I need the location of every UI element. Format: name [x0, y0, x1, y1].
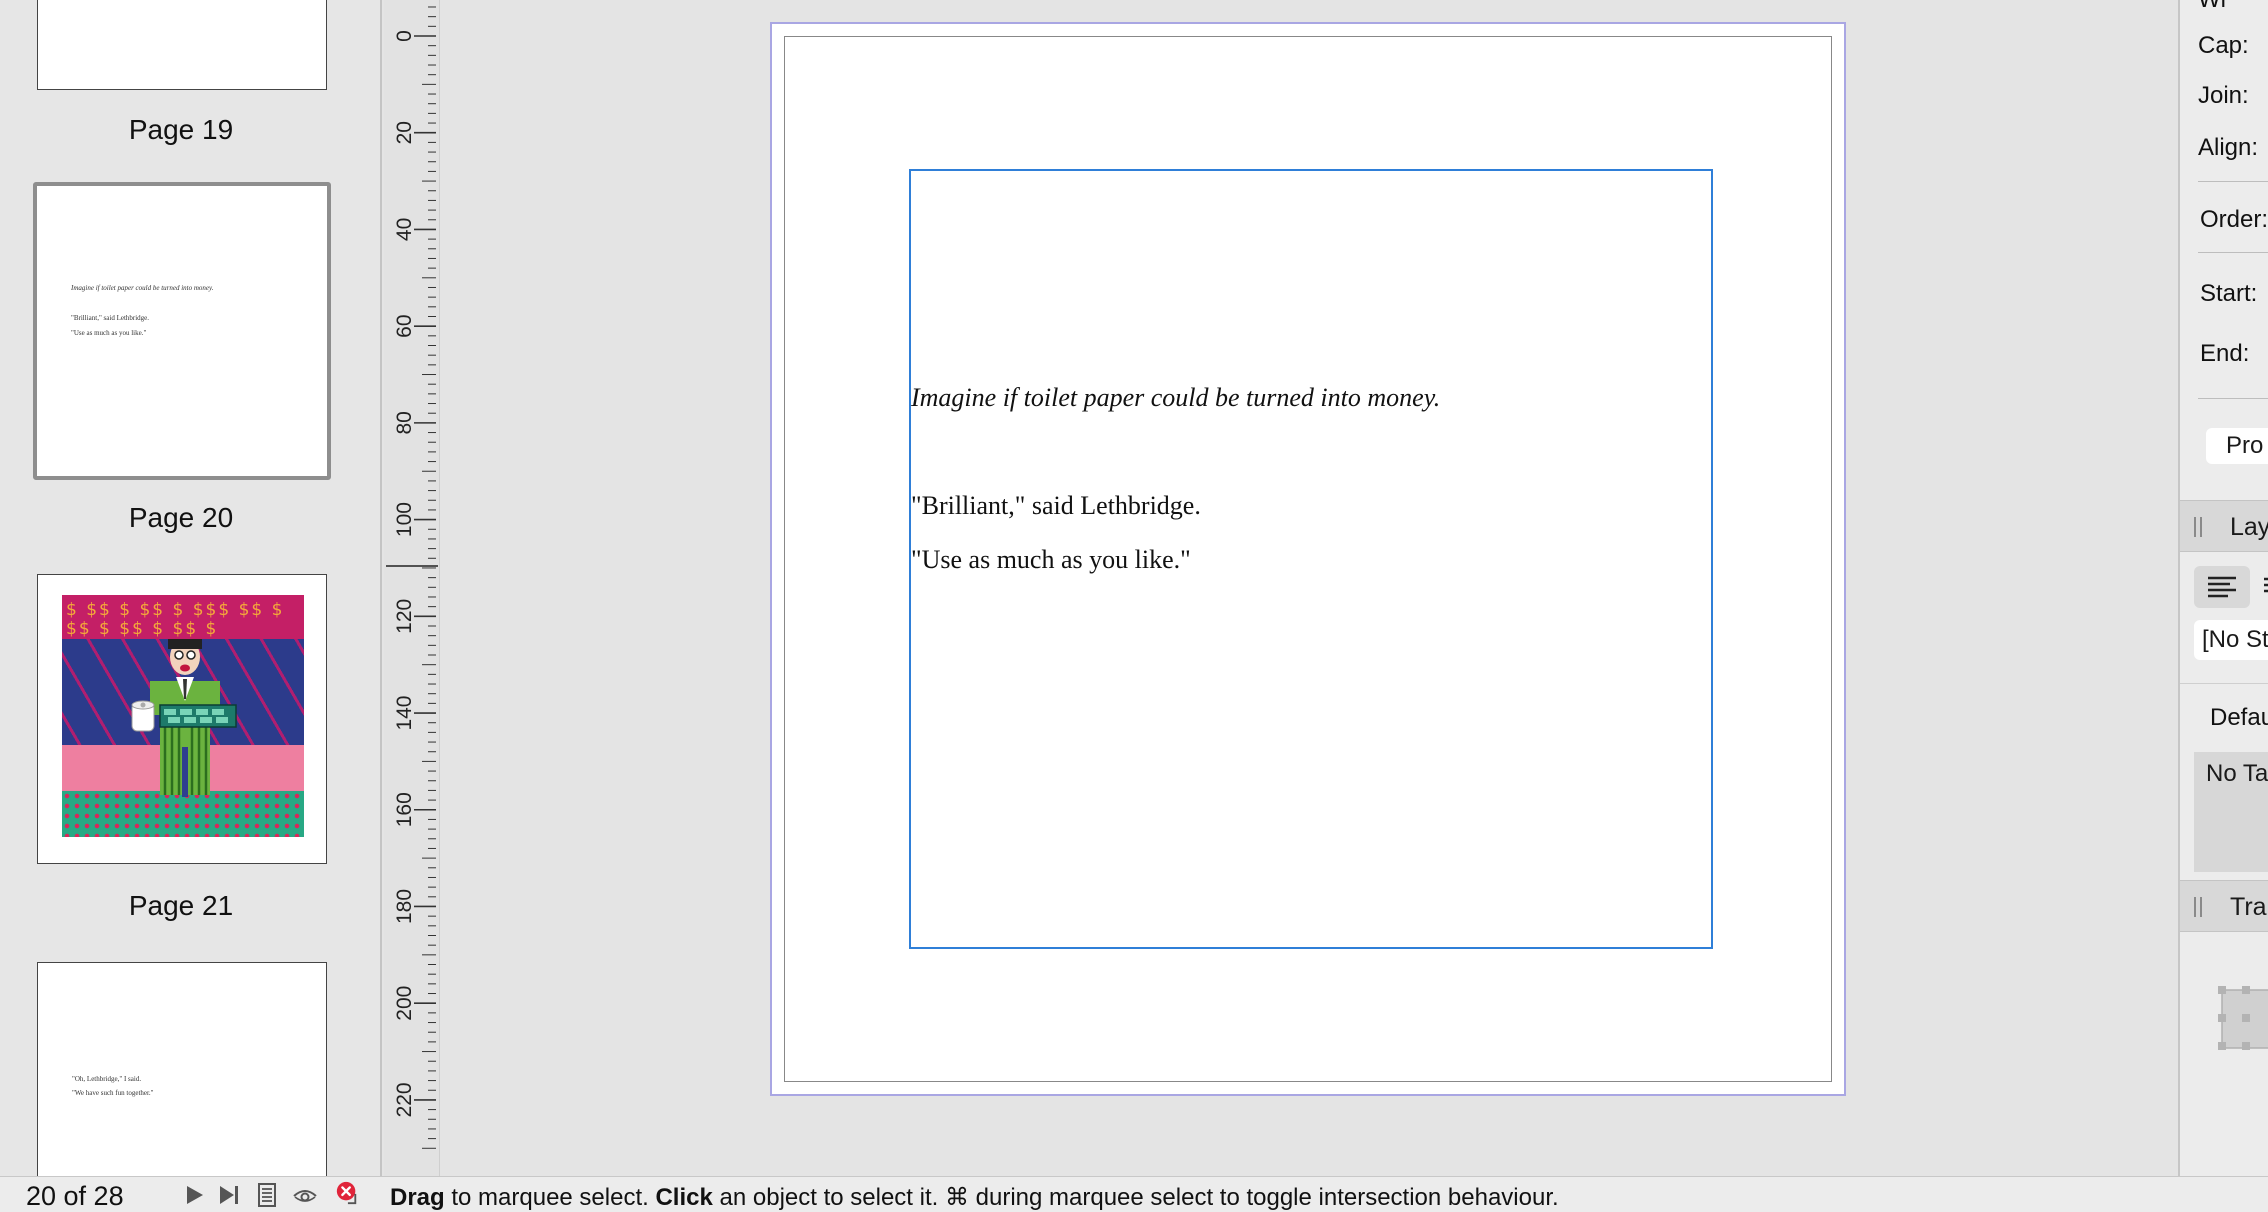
ruler-label: 160: [393, 792, 416, 827]
ruler-label: 140: [393, 696, 416, 731]
align-center-icon[interactable]: [2260, 574, 2268, 600]
view-eye-icon[interactable]: [292, 1183, 318, 1207]
status-bar: 20 of 28 Drag to marquee select. Click a…: [0, 1176, 2268, 1212]
illustration-thumbnail: $ $$ $ $$ $ $$$ $$ $ $$ $ $$ $ $$ $: [62, 595, 304, 837]
separator: [2198, 252, 2268, 253]
preflight-error-icon[interactable]: [334, 1181, 360, 1205]
ruler-label: 20: [393, 121, 416, 144]
story-line-1[interactable]: Imagine if toilet paper could be turned …: [911, 383, 1440, 413]
tab-stops-empty-label: No Ta: [2206, 760, 2268, 787]
cap-label: Cap:: [2198, 32, 2249, 59]
page-thumbnail-20[interactable]: Imagine if toilet paper could be turned …: [33, 182, 331, 480]
layout-panel-title: Lay: [2230, 513, 2268, 541]
thumbnail-text-line: "Use as much as you like.": [71, 329, 147, 337]
profile-button-label: Pro: [2226, 432, 2264, 459]
ruler-label: 60: [393, 314, 416, 337]
page-count: 20 of 28: [26, 1181, 124, 1211]
story-line-3[interactable]: "Use as much as you like.": [911, 545, 1191, 575]
align-left-icon: [2208, 576, 2236, 598]
start-label: Start:: [2200, 280, 2258, 307]
order-label: Order:: [2200, 206, 2268, 233]
transform-panel-title: Trar: [2230, 893, 2268, 921]
thumbnail-text-line: "Oh, Lethbridge," I said.: [72, 1075, 142, 1083]
man-with-toilet-paper-illustration: [131, 639, 237, 797]
separator: [2198, 181, 2268, 182]
paragraph-style-select[interactable]: [No St: [2194, 620, 2268, 660]
profile-button[interactable]: Pro: [2206, 428, 2268, 464]
anchor-point-selector-icon[interactable]: [2218, 984, 2268, 1060]
text-frame[interactable]: Imagine if toilet paper could be turned …: [909, 169, 1713, 949]
align-label: Align:: [2198, 134, 2259, 161]
join-label: Join:: [2198, 82, 2249, 109]
status-hint-text: Drag to marquee select. Click an object …: [390, 1183, 1559, 1212]
tab-stops-default-label: Defau: [2210, 704, 2268, 731]
ruler-label: 120: [393, 599, 416, 634]
ruler-label: 180: [393, 889, 416, 924]
page-label-21: Page 21: [128, 890, 234, 921]
ruler-label: 220: [393, 1082, 416, 1117]
ruler-label: 80: [393, 411, 416, 434]
dollar-pattern: $ $$ $ $$ $ $$$ $$ $ $$ $ $$ $ $$ $: [66, 600, 285, 639]
tab-stops-list[interactable]: No Ta: [2194, 752, 2268, 872]
width-label: Wi: [2198, 0, 2226, 14]
ruler-label: 0: [393, 30, 416, 42]
thumbnail-text-line: Imagine if toilet paper could be turned …: [71, 284, 214, 292]
ruler-ticks: 0 20 40 60 80 100 120 140 160 180 200 220: [386, 6, 438, 1149]
pages-panel: Page 19 Imagine if toilet paper could be…: [0, 0, 382, 1176]
ruler-label: 200: [393, 986, 416, 1021]
skip-to-end-icon[interactable]: [216, 1183, 242, 1207]
align-left-button[interactable]: [2194, 566, 2250, 608]
layout-panel-header[interactable]: Lay: [2180, 500, 2268, 552]
end-label: End:: [2200, 340, 2250, 367]
page-label-19: Page 19: [128, 114, 234, 145]
drag-grip-icon[interactable]: [2194, 517, 2202, 537]
separator: [2198, 398, 2268, 399]
ruler-label: 40: [393, 218, 416, 241]
page-label-20: Page 20: [128, 502, 234, 533]
page-thumbnail-22[interactable]: "Oh, Lethbridge," I said. "We have such …: [37, 962, 327, 1176]
hint-click: Click: [655, 1184, 713, 1211]
transform-panel-header[interactable]: Trar: [2180, 880, 2268, 932]
thumbnail-text-line: "Brilliant," said Lethbridge.: [71, 314, 150, 322]
ruler-label: 100: [393, 502, 416, 537]
separator: [2180, 683, 2268, 684]
story-line-2[interactable]: "Brilliant," said Lethbridge.: [911, 491, 1201, 521]
hint-drag: Drag: [390, 1184, 445, 1211]
hint-part-1: to marquee select.: [444, 1184, 656, 1211]
inspector-panel: Wi Cap: Join: Align: Order: Start: End: …: [2178, 0, 2268, 1176]
document-page[interactable]: Imagine if toilet paper could be turned …: [784, 36, 1832, 1082]
thumbnail-text-line: "We have such fun together.": [72, 1089, 154, 1097]
document-list-icon[interactable]: [254, 1183, 280, 1207]
page-thumbnail-21[interactable]: $ $$ $ $$ $ $$$ $$ $ $$ $ $$ $ $$ $: [37, 574, 327, 864]
page-bleed-boundary: Imagine if toilet paper could be turned …: [770, 22, 1846, 1096]
page-thumbnail-19[interactable]: [37, 0, 327, 90]
paragraph-style-value: [No St: [2202, 626, 2268, 653]
vertical-ruler[interactable]: 0 20 40 60 80 100 120 140 160 180 200 220: [384, 0, 440, 1176]
play-icon[interactable]: [182, 1183, 208, 1207]
document-canvas[interactable]: Imagine if toilet paper could be turned …: [440, 0, 2178, 1176]
hint-part-2: an object to select it. ⌘ during marquee…: [712, 1184, 1559, 1211]
drag-grip-icon[interactable]: [2194, 897, 2202, 917]
